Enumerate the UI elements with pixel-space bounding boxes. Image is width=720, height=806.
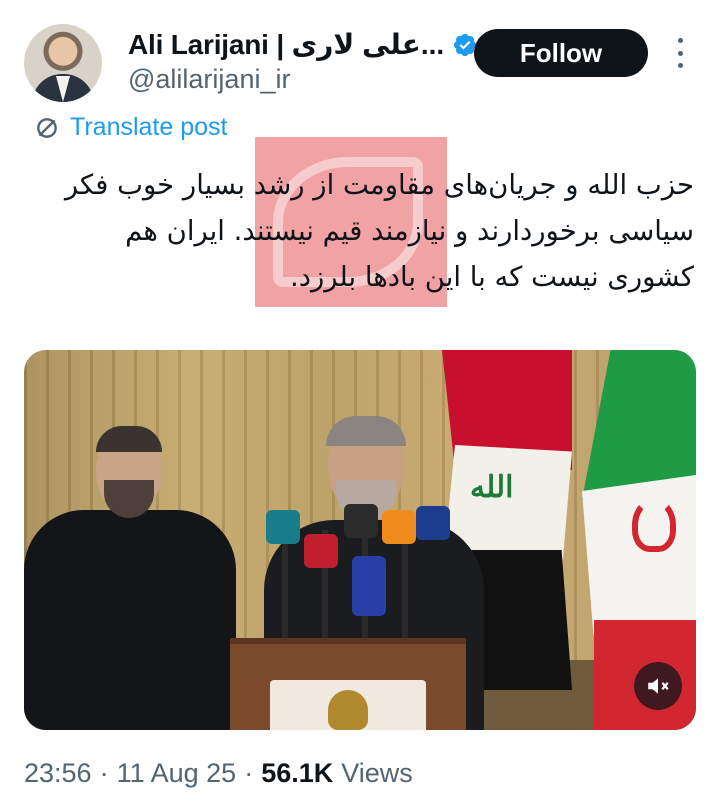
- post-header: Ali Larijani | علی لاری... @alilarijani_…: [0, 0, 720, 110]
- views-count: 56.1K: [261, 758, 334, 788]
- translate-post-link[interactable]: Translate post: [34, 113, 227, 142]
- post-metadata: 23:56 · 11 Aug 25 · 56.1K Views: [24, 758, 413, 789]
- follow-button[interactable]: Follow: [474, 29, 648, 77]
- author-name-row[interactable]: Ali Larijani | علی لاری...: [128, 28, 478, 61]
- meta-separator: ·: [99, 758, 109, 788]
- post-text: حزب الله و جریان‌های مقاومت از رشد بسیار…: [64, 169, 694, 293]
- meta-separator: ·: [244, 758, 254, 788]
- post-video[interactable]: الله: [24, 350, 696, 730]
- post-date[interactable]: 11 Aug 25: [117, 758, 237, 789]
- translate-post-label: Translate post: [70, 113, 228, 141]
- speaker-muted-icon[interactable]: [634, 662, 682, 710]
- person-left-image: [24, 426, 244, 730]
- views-label: Views: [341, 758, 413, 788]
- avatar[interactable]: [24, 24, 102, 102]
- podium-image: [230, 638, 466, 730]
- post-time[interactable]: 23:56: [24, 758, 92, 789]
- translate-icon: [37, 117, 57, 138]
- microphones-image: [252, 500, 452, 650]
- author-handle[interactable]: @alilarijani_ir: [128, 64, 290, 95]
- more-vertical-icon[interactable]: [670, 38, 690, 68]
- author-display-name[interactable]: Ali Larijani | علی لاری...: [128, 28, 444, 61]
